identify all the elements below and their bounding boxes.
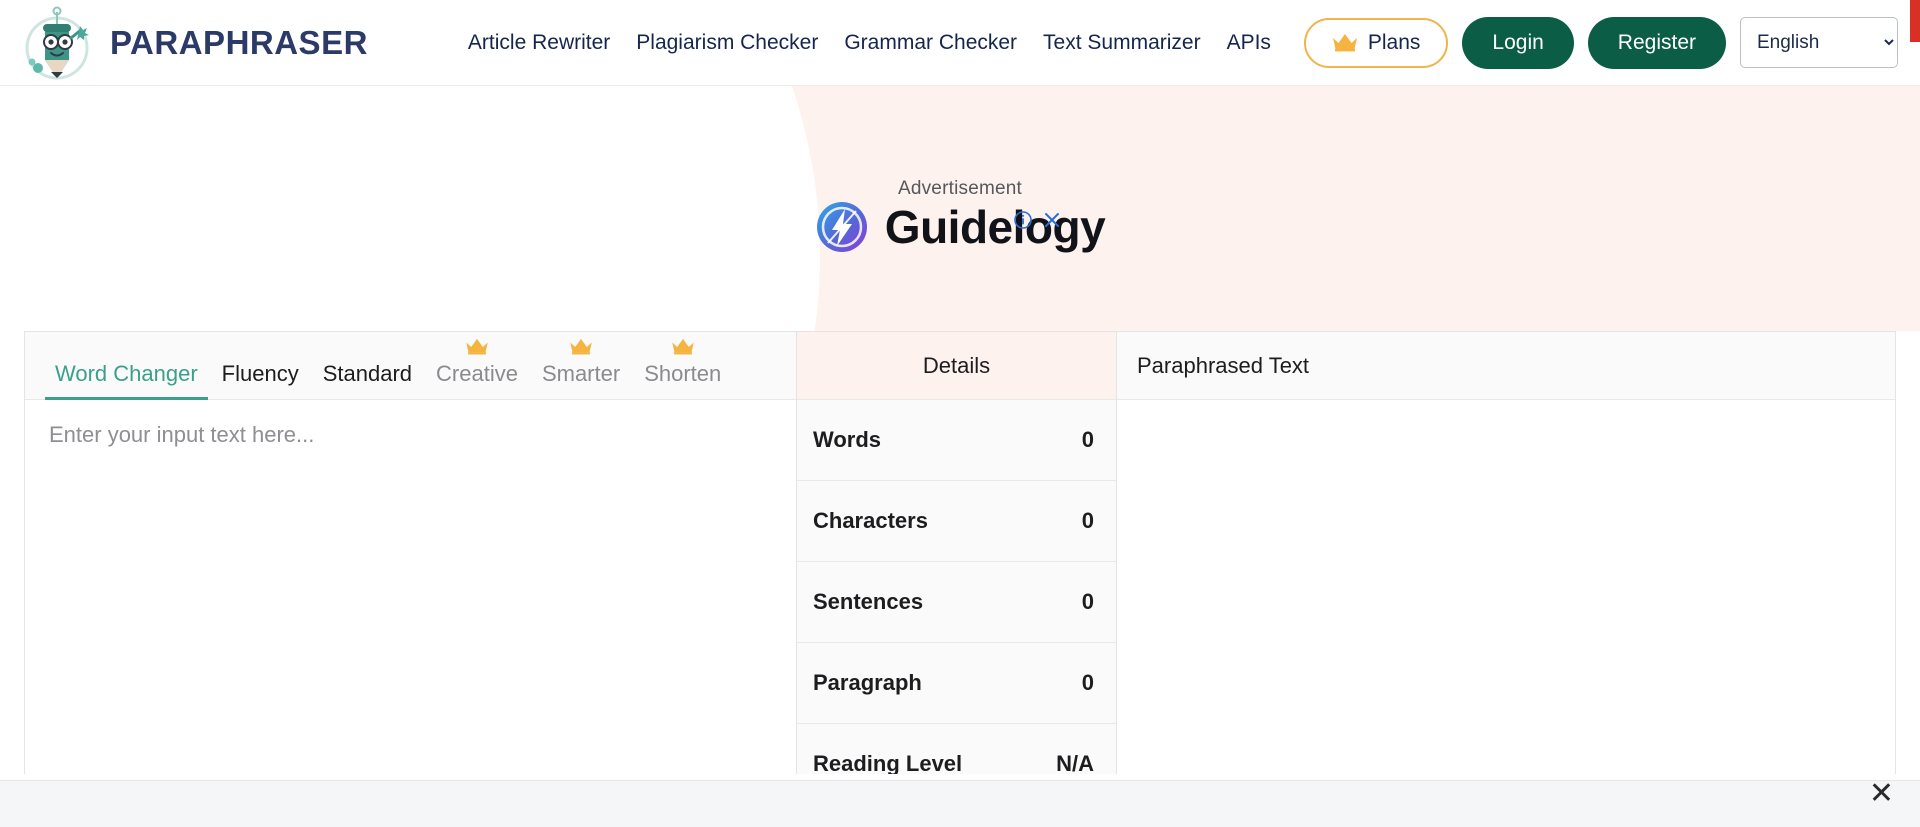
detail-row-characters: Characters 0	[797, 481, 1116, 562]
crown-icon	[569, 337, 593, 355]
advertisement-banner: Advertisement Guidelogy	[0, 86, 1920, 331]
tab-standard-label: Standard	[322, 361, 413, 386]
nav-link-apis[interactable]: APIs	[1227, 31, 1271, 55]
detail-row-words: Words 0	[797, 400, 1116, 481]
nav-link-grammar-checker[interactable]: Grammar Checker	[844, 31, 1017, 55]
login-button[interactable]: Login	[1462, 16, 1574, 69]
plans-button-label: Plans	[1367, 30, 1421, 54]
brand-logo[interactable]: PARAPHRASER	[18, 4, 368, 82]
detail-value-characters: 0	[1081, 508, 1094, 533]
detail-label-sentences: Sentences	[813, 589, 924, 614]
input-editor-pane: Word Changer Fluency Standard Creative S…	[25, 332, 797, 774]
detail-value-reading-level: N/A	[1056, 751, 1094, 774]
detail-value-paragraph: 0	[1081, 670, 1094, 695]
close-icon[interactable]: ✕	[1869, 779, 1894, 809]
output-textarea[interactable]	[1117, 400, 1895, 774]
crown-icon	[465, 337, 489, 355]
tab-smarter-label: Smarter	[541, 361, 621, 386]
crown-icon	[671, 337, 695, 355]
details-list: Words 0 Characters 0 Sentences 0 Paragra…	[797, 400, 1116, 774]
plans-button[interactable]: Plans	[1303, 17, 1449, 68]
tab-fluency-label: Fluency	[221, 361, 299, 386]
tab-fluency[interactable]: Fluency	[210, 363, 311, 399]
site-header: PARAPHRASER Article Rewriter Plagiarism …	[0, 0, 1920, 86]
robot-pencil-mascot-icon	[18, 4, 96, 82]
tab-word-changer-label: Word Changer	[55, 361, 198, 386]
advertisement-controls	[1014, 211, 1060, 229]
tab-shorten[interactable]: Shorten	[632, 338, 733, 399]
tab-creative[interactable]: Creative	[424, 338, 530, 399]
detail-row-reading-level: Reading Level N/A	[797, 724, 1116, 774]
browser-edge-indicator	[1910, 0, 1920, 42]
tab-smarter[interactable]: Smarter	[530, 338, 632, 399]
detail-value-sentences: 0	[1081, 589, 1094, 614]
paraphraser-workspace: Word Changer Fluency Standard Creative S…	[24, 331, 1896, 774]
details-title: Details	[797, 332, 1116, 400]
input-textarea[interactable]: Enter your input text here...	[25, 400, 796, 774]
detail-label-characters: Characters	[813, 508, 928, 533]
ad-info-icon[interactable]	[1014, 211, 1032, 229]
register-button[interactable]: Register	[1587, 16, 1726, 69]
ad-close-icon[interactable]	[1044, 212, 1060, 228]
detail-label-words: Words	[813, 427, 882, 452]
tab-standard[interactable]: Standard	[311, 363, 424, 399]
advertisement-creative[interactable]: Guidelogy	[0, 86, 1920, 331]
detail-row-sentences: Sentences 0	[797, 562, 1116, 643]
detail-value-words: 0	[1081, 427, 1094, 452]
brand-name: PARAPHRASER	[110, 23, 368, 61]
tab-creative-label: Creative	[436, 361, 518, 386]
nav-link-article-rewriter[interactable]: Article Rewriter	[468, 31, 610, 55]
detail-label-paragraph: Paragraph	[813, 670, 922, 695]
nav-link-text-summarizer[interactable]: Text Summarizer	[1043, 31, 1201, 55]
output-pane: Paraphrased Text	[1117, 332, 1895, 774]
tab-shorten-label: Shorten	[644, 361, 722, 386]
advertisement-brand-text: Guidelogy	[884, 200, 1106, 253]
output-title: Paraphrased Text	[1117, 332, 1895, 400]
nav-link-plagiarism-checker[interactable]: Plagiarism Checker	[636, 31, 818, 55]
details-pane: Details Words 0 Characters 0 Sentences 0…	[797, 332, 1117, 774]
mode-tabs: Word Changer Fluency Standard Creative S…	[25, 332, 796, 400]
detail-row-paragraph: Paragraph 0	[797, 643, 1116, 724]
detail-label-reading-level: Reading Level	[813, 751, 963, 774]
lightning-bolt-circle-icon	[815, 200, 869, 254]
header-actions: Plans Login Register English	[1303, 16, 1898, 69]
tab-word-changer[interactable]: Word Changer	[43, 361, 210, 400]
language-select[interactable]: English	[1740, 17, 1898, 68]
input-placeholder: Enter your input text here...	[49, 422, 315, 447]
bottom-sticky-bar: ✕	[0, 779, 1920, 827]
main-navigation: Article Rewriter Plagiarism Checker Gram…	[468, 31, 1271, 55]
crown-icon	[1332, 33, 1358, 52]
